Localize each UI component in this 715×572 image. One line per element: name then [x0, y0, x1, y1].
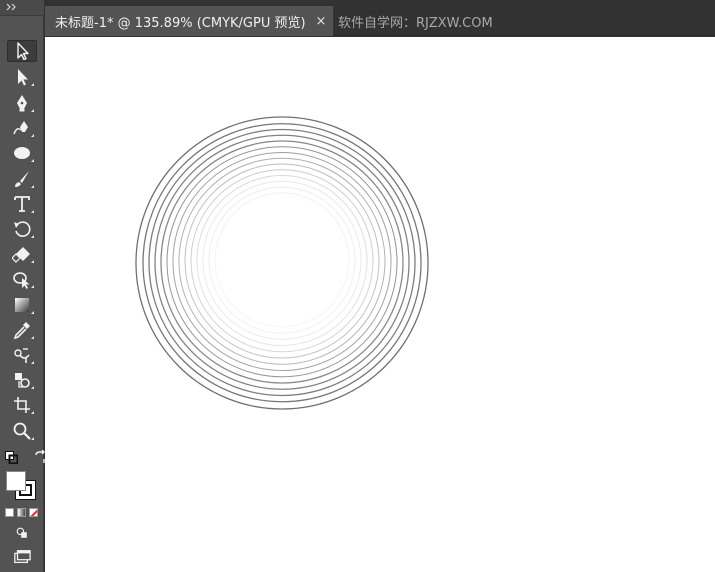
- ellipse-icon: [14, 147, 30, 159]
- close-icon: ×: [315, 13, 327, 29]
- type-icon: [14, 196, 30, 212]
- blend-icon: [14, 348, 30, 363]
- pen-icon: [17, 95, 27, 112]
- shape-builder-tool[interactable]: [7, 268, 37, 290]
- fill-swatch[interactable]: [6, 471, 26, 491]
- direct-selection-tool[interactable]: [7, 66, 37, 88]
- close-tab-button[interactable]: ×: [310, 6, 332, 36]
- rotate-tool[interactable]: [7, 218, 37, 240]
- curvature-pen-icon: [13, 121, 28, 135]
- gradient-icon: [15, 298, 29, 312]
- document-tab-bar: 未标题-1* @ 135.89% (CMYK/GPU 预览) × 软件自学网：R…: [44, 0, 715, 36]
- draw-mode-button[interactable]: [7, 524, 37, 542]
- type-tool[interactable]: [7, 193, 37, 215]
- symbol-sprayer-icon: [15, 373, 30, 388]
- artboard-icon: [14, 397, 30, 413]
- zoom-icon: [13, 422, 31, 440]
- artboard-tool[interactable]: [7, 394, 37, 416]
- draw-normal-icon: [16, 527, 27, 538]
- rotate-icon: [14, 221, 31, 237]
- pen-tool[interactable]: [7, 92, 37, 114]
- curvature-tool[interactable]: [7, 117, 37, 139]
- selection-tool[interactable]: [7, 40, 37, 62]
- eraser-icon: [12, 247, 30, 263]
- screen-mode-icon: [14, 550, 31, 564]
- paintbrush-tool[interactable]: [7, 168, 37, 190]
- tools-panel: [0, 0, 47, 572]
- eyedropper-icon: [13, 322, 30, 340]
- eraser-tool[interactable]: [7, 243, 37, 265]
- default-fill-stroke-icon[interactable]: [5, 450, 18, 464]
- shape-builder-icon: [13, 272, 30, 289]
- document-tab-inactive[interactable]: 软件自学网：RJZXW.COM: [334, 6, 493, 36]
- zoom-tool[interactable]: [7, 420, 37, 442]
- concentric-circles-artwork[interactable]: [45, 37, 715, 572]
- selection-arrow-icon: [17, 42, 29, 61]
- paintbrush-icon: [15, 171, 29, 187]
- direct-selection-arrow-icon: [18, 69, 28, 86]
- inactive-tab-title: 软件自学网：RJZXW.COM: [338, 15, 493, 31]
- blend-tool[interactable]: [7, 344, 37, 366]
- tools-panel-header: [0, 0, 44, 16]
- color-mode-icon[interactable]: [5, 508, 14, 517]
- eyedropper-tool[interactable]: [7, 319, 37, 341]
- document-tab-title: 未标题-1* @ 135.89% (CMYK/GPU 预览): [55, 15, 306, 31]
- screen-mode-button[interactable]: [7, 547, 37, 567]
- artboard-canvas[interactable]: [45, 37, 715, 572]
- symbol-sprayer-tool[interactable]: [7, 369, 37, 391]
- collapse-panel-icon[interactable]: [6, 2, 20, 12]
- fill-stroke-controls: [5, 450, 47, 464]
- none-mode-icon[interactable]: [29, 508, 38, 517]
- ellipse-tool[interactable]: [7, 142, 37, 164]
- gradient-tool[interactable]: [7, 294, 37, 316]
- color-mode-buttons: [5, 508, 38, 517]
- fade-overlay: [132, 113, 432, 413]
- document-tab-active[interactable]: 未标题-1* @ 135.89% (CMYK/GPU 预览): [45, 6, 333, 36]
- gradient-mode-icon[interactable]: [17, 508, 26, 517]
